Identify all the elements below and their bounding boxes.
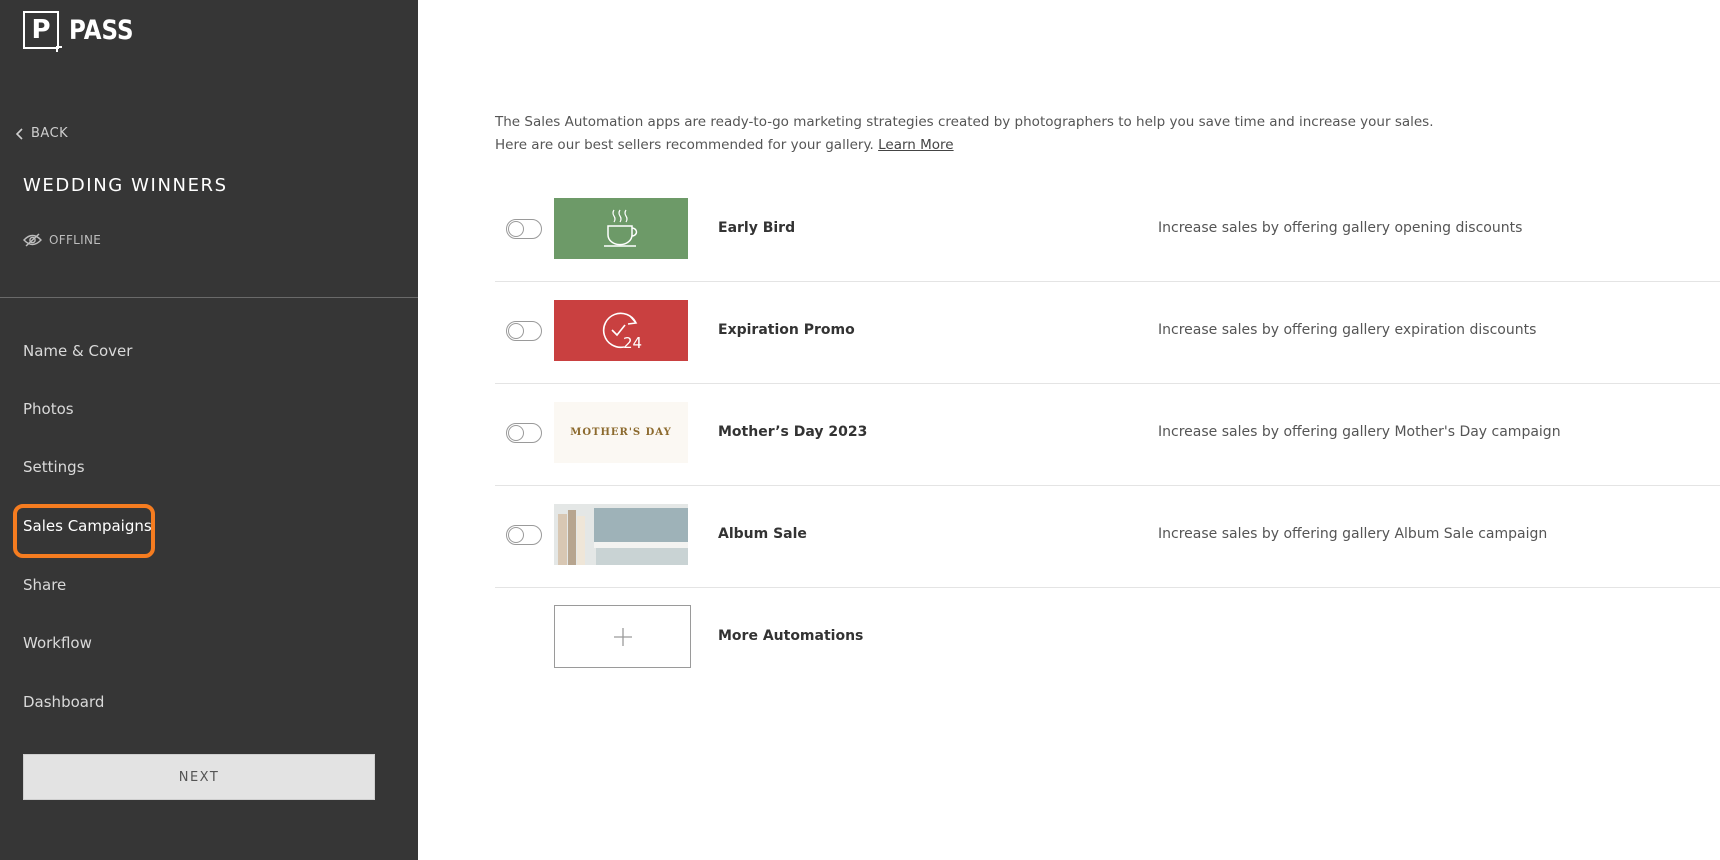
intro-text: The Sales Automation apps are ready-to-g…	[495, 111, 1695, 157]
mothers-day-description: Increase sales by offering gallery Mothe…	[1158, 424, 1561, 440]
album-sale-description: Increase sales by offering gallery Album…	[1158, 526, 1548, 542]
sidebar-item-sales-campaigns[interactable]: Sales Campaigns	[13, 504, 155, 558]
intro-line-2: Here are our best sellers recommended fo…	[495, 134, 1695, 157]
gallery-status[interactable]: OFFLINE	[23, 233, 101, 247]
campaign-row-expiration-promo: 24 Expiration Promo Increase sales by of…	[495, 281, 1720, 384]
mothers-day-thumb-text: MOTHER'S DAY	[570, 427, 672, 438]
coffee-cup-icon	[604, 209, 638, 247]
back-label: BACK	[31, 126, 69, 141]
sidebar-item-dashboard[interactable]: Dashboard	[23, 693, 104, 711]
early-bird-description: Increase sales by offering gallery openi…	[1158, 220, 1523, 236]
mothers-day-toggle[interactable]	[506, 423, 542, 443]
gallery-title: WEDDING WINNERS	[23, 175, 228, 196]
album-sale-thumbnail	[554, 504, 688, 565]
sidebar-item-share[interactable]: Share	[23, 576, 66, 594]
album-sale-toggle[interactable]	[506, 525, 542, 545]
campaign-row-album-sale: Album Sale Increase sales by offering ga…	[495, 485, 1720, 588]
sidebar: P PASS BACK WEDDING WINNERS OFFLINE Name…	[0, 0, 418, 860]
sidebar-item-photos[interactable]: Photos	[23, 400, 74, 418]
album-sale-title: Album Sale	[718, 526, 807, 542]
learn-more-link[interactable]: Learn More	[878, 137, 954, 153]
early-bird-thumbnail	[554, 198, 688, 259]
mothers-day-title: Mother’s Day 2023	[718, 424, 868, 440]
album-photo	[554, 504, 688, 565]
expiration-promo-description: Increase sales by offering gallery expir…	[1158, 322, 1537, 338]
status-label: OFFLINE	[49, 233, 102, 247]
expiration-promo-thumbnail: 24	[554, 300, 688, 361]
expiration-promo-toggle[interactable]	[506, 321, 542, 341]
campaign-row-early-bird: Early Bird Increase sales by offering ga…	[495, 179, 1720, 282]
logo-text: PASS	[69, 14, 134, 46]
back-button[interactable]: BACK	[16, 126, 68, 141]
intro-line-2-text: Here are our best sellers recommended fo…	[495, 137, 874, 153]
main-content: The Sales Automation apps are ready-to-g…	[418, 0, 1720, 860]
expiration-promo-title: Expiration Promo	[718, 322, 855, 338]
app-window: P PASS BACK WEDDING WINNERS OFFLINE Name…	[0, 0, 1720, 860]
more-automations-link[interactable]: More Automations	[718, 628, 863, 644]
mothers-day-thumbnail: MOTHER'S DAY	[554, 402, 688, 463]
intro-line-1: The Sales Automation apps are ready-to-g…	[495, 114, 1434, 130]
early-bird-title: Early Bird	[718, 220, 796, 236]
plus-icon	[613, 627, 632, 646]
next-button[interactable]: NEXT	[23, 754, 375, 800]
sidebar-item-settings[interactable]: Settings	[23, 458, 85, 476]
more-automations-row: More Automations	[495, 587, 1720, 689]
sidebar-item-workflow[interactable]: Workflow	[23, 634, 92, 652]
24-hour-clock-icon: 24	[602, 312, 642, 352]
eye-off-icon	[23, 233, 42, 247]
sidebar-item-name-cover[interactable]: Name & Cover	[23, 342, 132, 360]
early-bird-toggle[interactable]	[506, 219, 542, 239]
pass-logo[interactable]: P PASS	[23, 11, 145, 52]
chevron-left-icon	[16, 127, 23, 140]
campaign-row-mothers-day: MOTHER'S DAY Mother’s Day 2023 Increase …	[495, 383, 1720, 486]
sidebar-divider	[0, 297, 418, 298]
expiration-thumb-text: 24	[623, 334, 642, 352]
add-automation-button[interactable]	[554, 605, 691, 668]
logo-mark: P	[23, 11, 62, 52]
